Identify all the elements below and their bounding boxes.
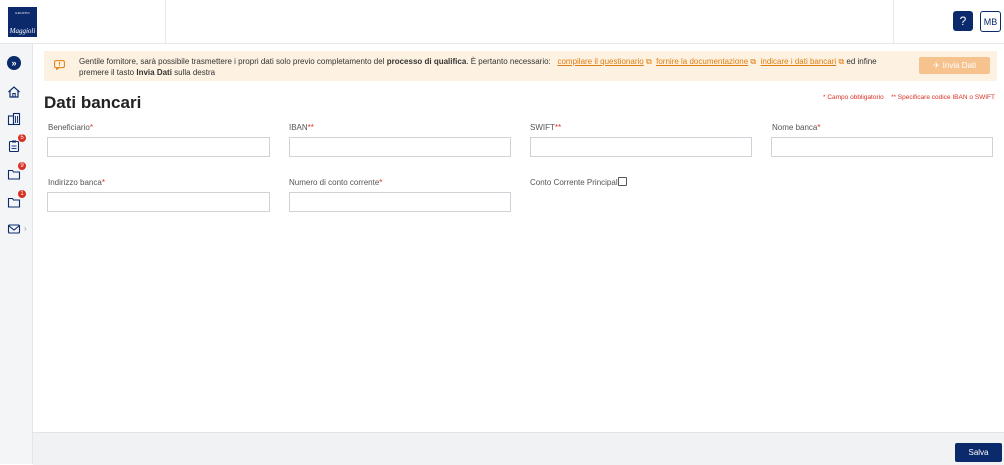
swift-label: SWIFT**: [530, 123, 561, 132]
indirizzo-banca-input[interactable]: [47, 192, 270, 212]
home-icon: [8, 86, 20, 98]
required-mark: *: [89, 123, 93, 132]
legend-required: * Campo obbligatorio: [823, 94, 884, 101]
page-title: Dati bancari: [44, 93, 142, 112]
field-label-text: Numero di conto corrente: [289, 178, 380, 187]
buildings-icon: [7, 112, 21, 126]
field-label-text: Indirizzo banca: [48, 178, 102, 187]
field-label-text: IBAN: [289, 123, 308, 132]
required-mark: **: [554, 123, 562, 132]
double-chevron-right-icon[interactable]: »: [7, 56, 21, 70]
field-label-text: SWIFT: [530, 123, 555, 132]
swift-input[interactable]: [530, 137, 752, 157]
notification-badge: 5: [18, 134, 26, 142]
sidebar-item-questionnaires[interactable]: 5: [7, 134, 26, 153]
logo-name: Maggioli: [9, 27, 36, 35]
sidebar-item-folders[interactable]: 1: [7, 190, 26, 209]
beneficiario-input[interactable]: [47, 137, 270, 157]
header-divider: [893, 0, 894, 43]
send-icon: ✈: [932, 61, 940, 70]
conto-principale-checkbox[interactable]: [618, 177, 627, 186]
top-bar: GRUPPO Maggioli ? MB: [0, 0, 1004, 44]
user-avatar-button[interactable]: MB: [980, 11, 1001, 32]
help-button[interactable]: ?: [953, 11, 973, 31]
header-divider: [165, 0, 166, 43]
footer-bar: Salva: [33, 432, 1004, 465]
sidebar-item-home[interactable]: [7, 85, 21, 99]
nome-banca-label: Nome banca*: [772, 123, 820, 132]
iban-input[interactable]: [289, 137, 511, 157]
field-label-text: Beneficiario: [48, 123, 90, 132]
qualification-notice: Gentile fornitore, sarà possibile trasme…: [44, 51, 997, 81]
save-button[interactable]: Salva: [955, 443, 1002, 462]
sidebar-item-suppliers[interactable]: [7, 112, 21, 126]
logo-group-label: GRUPPO: [15, 11, 30, 15]
notice-bold: processo di qualifica: [386, 57, 467, 66]
sidebar-item-messages[interactable]: [7, 222, 21, 236]
required-mark: *: [817, 123, 821, 132]
sidebar: » 5 9 1 ›: [0, 44, 33, 464]
notice-text-part: Gentile fornitore, sarà possibile trasme…: [79, 57, 387, 66]
send-data-button[interactable]: ✈ Invia Dati: [919, 57, 990, 74]
nome-banca-input[interactable]: [771, 137, 993, 157]
numero-conto-label: Numero di conto corrente*: [289, 178, 382, 187]
required-legend: * Campo obbligatorio ** Specificare codi…: [823, 94, 995, 101]
external-link-icon: ⧉: [645, 57, 652, 66]
required-mark: *: [379, 178, 383, 187]
company-logo[interactable]: GRUPPO Maggioli: [8, 7, 37, 37]
send-data-label: Invia Dati: [942, 61, 977, 70]
notification-badge: 9: [18, 162, 26, 170]
notice-text: Gentile fornitore, sarà possibile trasme…: [79, 56, 889, 78]
questionnaire-link[interactable]: compilare il questionario: [557, 57, 643, 66]
beneficiario-label: Beneficiario*: [48, 123, 93, 132]
sidebar-item-documents[interactable]: 9: [7, 162, 26, 181]
legend-iban-swift: ** Specificare codice IBAN o SWIFT: [890, 94, 995, 101]
conto-principale-label: Conto Corrente Principale: [530, 178, 623, 187]
notice-bold: Invia Dati: [136, 68, 172, 77]
external-link-icon: ⧉: [750, 57, 757, 66]
required-mark: **: [307, 123, 314, 132]
numero-conto-input[interactable]: [289, 192, 511, 212]
mail-icon: [7, 224, 21, 234]
bank-details-link[interactable]: indicare i dati bancari: [761, 57, 837, 66]
documentation-link[interactable]: fornire la documentazione: [656, 57, 748, 66]
iban-label: IBAN**: [289, 123, 314, 132]
required-mark: *: [101, 178, 105, 187]
notice-text-part: sulla destra: [171, 68, 216, 77]
chevron-right-icon[interactable]: ›: [24, 224, 27, 233]
indirizzo-banca-label: Indirizzo banca*: [48, 178, 105, 187]
alert-icon: [54, 60, 65, 70]
field-label-text: Nome banca: [772, 123, 818, 132]
notice-text-part: . È pertanto necessario:: [466, 57, 553, 66]
notification-badge: 1: [18, 190, 26, 198]
